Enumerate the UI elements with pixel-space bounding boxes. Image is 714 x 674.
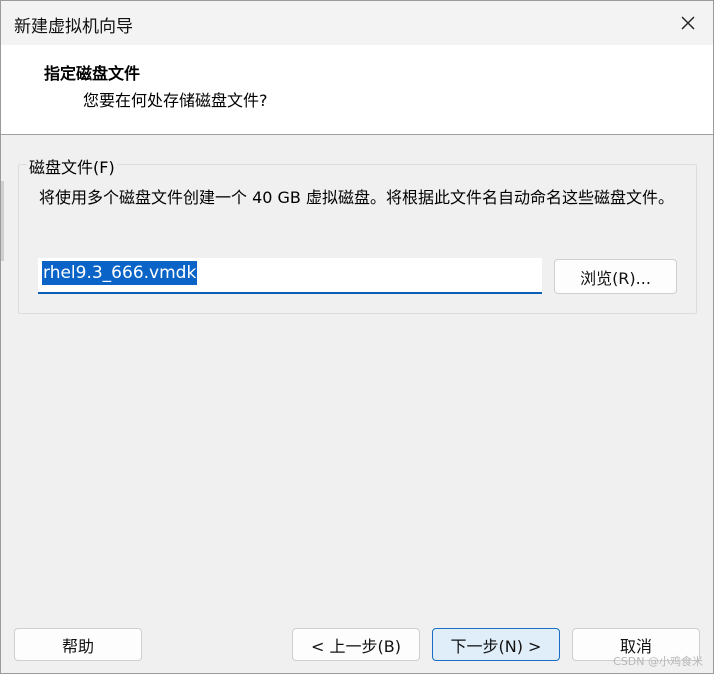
- disk-file-description: 将使用多个磁盘文件创建一个 40 GB 虚拟磁盘。将根据此文件名自动命名这些磁盘…: [39, 188, 674, 207]
- wizard-header: 指定磁盘文件 您要在何处存储磁盘文件?: [1, 45, 713, 135]
- disk-filename-selected-text: rhel9.3_666.vmdk: [42, 261, 198, 285]
- next-button[interactable]: 下一步(N) >: [432, 628, 560, 661]
- close-icon: [681, 16, 695, 30]
- back-button[interactable]: < 上一步(B): [292, 628, 420, 661]
- edge-artifact: [1, 181, 4, 261]
- help-button[interactable]: 帮助: [14, 628, 142, 661]
- disk-filename-input[interactable]: rhel9.3_666.vmdk: [38, 258, 542, 294]
- close-button[interactable]: [671, 6, 705, 40]
- new-vm-wizard-window: 新建虚拟机向导 指定磁盘文件 您要在何处存储磁盘文件? 磁盘文件(F) 将使用多…: [0, 0, 714, 674]
- page-title: 指定磁盘文件: [44, 64, 141, 83]
- watermark: CSDN @小鸡食米: [613, 655, 703, 668]
- window-title: 新建虚拟机向导: [14, 17, 133, 37]
- page-subtitle: 您要在何处存储磁盘文件?: [83, 91, 268, 110]
- disk-file-group-label: 磁盘文件(F): [27, 154, 117, 178]
- title-bar: 新建虚拟机向导: [1, 1, 713, 45]
- browse-button[interactable]: 浏览(R)...: [554, 259, 677, 294]
